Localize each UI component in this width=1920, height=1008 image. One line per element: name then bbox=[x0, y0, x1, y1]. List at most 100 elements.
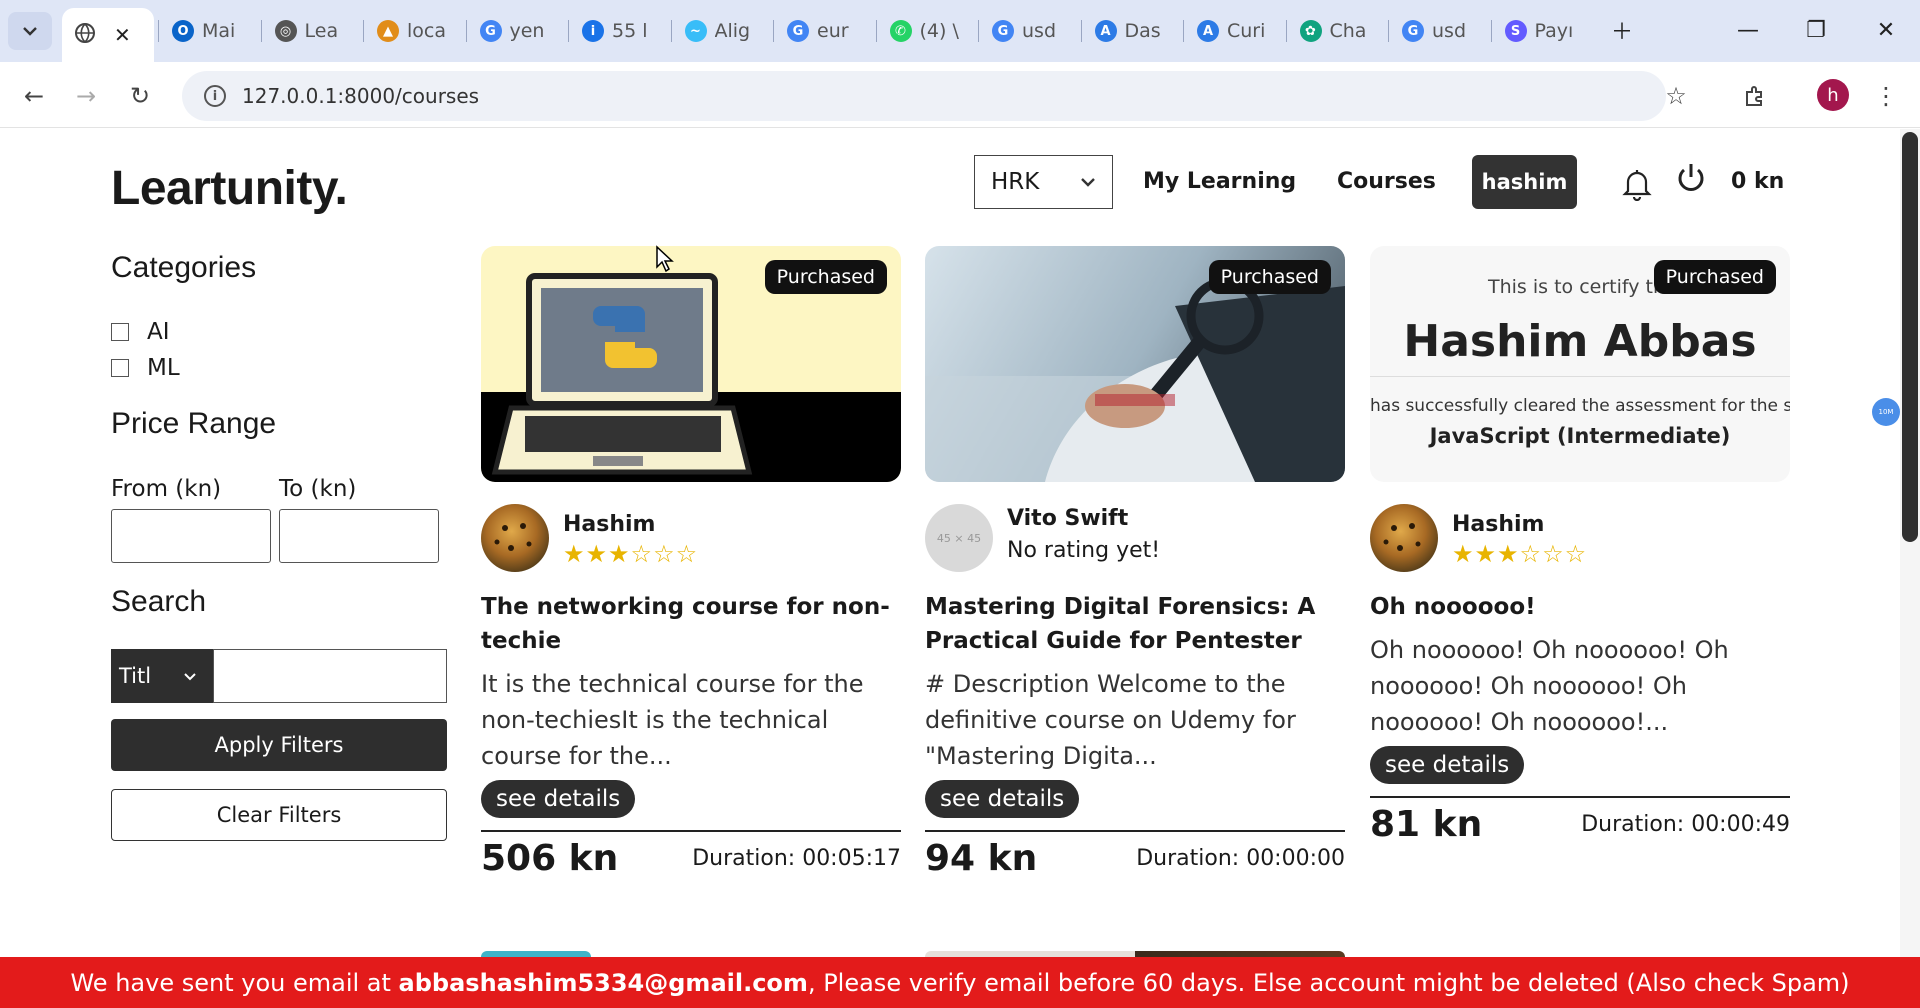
tab-label: (4) \ bbox=[919, 20, 959, 42]
globe-icon: ◎ bbox=[274, 20, 297, 42]
profile-avatar[interactable]: h bbox=[1817, 79, 1849, 111]
google-icon: G bbox=[1402, 20, 1424, 42]
clear-filters-button[interactable]: Clear Filters bbox=[111, 789, 447, 841]
close-window-button[interactable]: ✕ bbox=[1864, 10, 1908, 50]
banner-text-before: We have sent you email at bbox=[70, 968, 399, 997]
price-to-input[interactable] bbox=[279, 509, 439, 563]
tab-separator bbox=[568, 20, 569, 42]
see-details-button[interactable]: see details bbox=[925, 780, 1080, 818]
author-name[interactable]: Hashim bbox=[563, 512, 655, 537]
browser-tab[interactable]: Gusd bbox=[1390, 10, 1487, 52]
browser-tab[interactable]: ✆ (4) \ bbox=[878, 10, 975, 52]
browser-tab[interactable]: Gyen bbox=[468, 10, 565, 52]
site-logo[interactable]: Leartunity. bbox=[111, 161, 348, 216]
chevron-down-icon bbox=[1081, 178, 1095, 187]
categories-heading: Categories bbox=[111, 251, 257, 284]
minimize-button[interactable]: — bbox=[1726, 10, 1770, 50]
author-name[interactable]: Hashim bbox=[1452, 512, 1544, 537]
search-field-select[interactable]: Titl bbox=[111, 649, 213, 703]
new-tab-button[interactable]: ＋ bbox=[1600, 10, 1644, 50]
google-icon: G bbox=[479, 20, 502, 42]
tab-active[interactable]: ✕ bbox=[62, 8, 154, 62]
course-thumbnail[interactable]: Purchased bbox=[481, 246, 901, 482]
course-title[interactable]: Oh noooooo! bbox=[1370, 590, 1790, 624]
author-avatar-placeholder[interactable]: 45 × 45 bbox=[925, 504, 993, 572]
close-tab-icon[interactable]: ✕ bbox=[114, 23, 131, 47]
course-title[interactable]: The networking course for non-techie bbox=[481, 590, 901, 658]
author-row: Hashim ★★★☆☆☆ bbox=[481, 504, 901, 584]
scrollbar-thumb[interactable] bbox=[1902, 132, 1918, 542]
extensions-icon[interactable] bbox=[1734, 76, 1774, 116]
browser-tab[interactable]: Gusd bbox=[980, 10, 1077, 52]
tab-label: Alig bbox=[714, 20, 751, 42]
user-menu-button[interactable]: hashim bbox=[1472, 155, 1577, 209]
tab-separator bbox=[465, 20, 467, 42]
course-card[interactable]: Purchased Hashim ★★★☆☆☆ The networking c… bbox=[481, 246, 901, 879]
price-from-input[interactable] bbox=[111, 509, 271, 563]
browser-tab[interactable]: Geur bbox=[775, 10, 872, 52]
tab-label: eur bbox=[817, 20, 849, 42]
browser-tab[interactable]: S Payı bbox=[1493, 10, 1590, 52]
cert-name: Hashim Abbas bbox=[1403, 316, 1757, 367]
browser-tab[interactable]: A Curi bbox=[1185, 10, 1282, 52]
course-thumbnail[interactable]: Purchased bbox=[925, 246, 1345, 482]
purchased-badge: Purchased bbox=[1653, 260, 1776, 294]
course-card[interactable]: Purchased 45 × 45 Vito Swift No rating y… bbox=[925, 246, 1345, 879]
browser-tab[interactable]: ▲ loca bbox=[365, 10, 462, 52]
browser-tab[interactable]: ✿ Cha bbox=[1288, 10, 1385, 52]
author-name[interactable]: Vito Swift bbox=[1007, 506, 1128, 531]
tab-separator bbox=[363, 20, 364, 42]
apply-filters-button[interactable]: Apply Filters bbox=[111, 719, 447, 771]
browser-tab[interactable]: ◎ Lea bbox=[263, 10, 360, 52]
currency-select[interactable]: HRK bbox=[974, 155, 1113, 209]
tab-search-button[interactable] bbox=[8, 12, 52, 50]
cert-line1: This is to certify th bbox=[1488, 276, 1666, 298]
browser-tabstrip: ✕ O Mai ◎ Lea ▲ loca Gyen i 55 l ~ Alig Geur ✆ (4) \ G… bbox=[0, 0, 1920, 62]
back-button[interactable]: ← bbox=[14, 76, 54, 116]
email-verification-banner: We have sent you email at abbashashim533… bbox=[0, 957, 1920, 1008]
browser-tab[interactable]: i 55 l bbox=[570, 10, 667, 52]
banner-email: abbashashim5334@gmail.com bbox=[398, 968, 808, 997]
chatgpt-icon: ✿ bbox=[1299, 20, 1322, 42]
whatsapp-icon: ✆ bbox=[889, 20, 912, 42]
bookmark-star-icon[interactable]: ☆ bbox=[1656, 76, 1696, 116]
floating-badge[interactable]: 10M bbox=[1872, 398, 1900, 426]
site-info-icon[interactable]: i bbox=[204, 85, 226, 107]
search-input[interactable] bbox=[213, 649, 447, 703]
course-card[interactable]: This is to certify th Hashim Abbas has s… bbox=[1370, 246, 1790, 845]
see-details-button[interactable]: see details bbox=[1370, 746, 1525, 784]
forward-button[interactable]: → bbox=[66, 76, 106, 116]
tab-separator bbox=[260, 20, 262, 42]
category-ml[interactable]: ML bbox=[111, 355, 180, 381]
checkbox[interactable] bbox=[111, 359, 129, 377]
no-rating-text: No rating yet! bbox=[1007, 538, 1161, 563]
chevron-down-icon bbox=[23, 27, 37, 36]
restore-button[interactable]: ❐ bbox=[1794, 10, 1838, 50]
bell-icon[interactable] bbox=[1622, 167, 1652, 205]
author-avatar[interactable] bbox=[481, 504, 549, 572]
tailwind-icon: ~ bbox=[684, 20, 707, 42]
see-details-button[interactable]: see details bbox=[481, 780, 636, 818]
star-filled-icon: ★★★ bbox=[1452, 540, 1520, 568]
nav-courses[interactable]: Courses bbox=[1337, 169, 1436, 194]
course-description: It is the technical course for the non-t… bbox=[481, 670, 864, 770]
course-thumbnail[interactable]: This is to certify th Hashim Abbas has s… bbox=[1370, 246, 1790, 482]
chevron-down-icon bbox=[184, 672, 196, 680]
browser-tab[interactable]: A Das bbox=[1083, 10, 1180, 52]
page-content: Leartunity. HRK My Learning Courses hash… bbox=[0, 129, 1920, 1008]
cert-divider bbox=[1370, 376, 1790, 377]
outlook-icon: O bbox=[172, 20, 194, 42]
wallet-balance: 0 kn bbox=[1731, 169, 1785, 194]
address-bar[interactable]: i 127.0.0.1:8000/courses bbox=[182, 71, 1666, 121]
nav-my-learning[interactable]: My Learning bbox=[1143, 169, 1296, 194]
tab-label: Mai bbox=[202, 20, 236, 42]
browser-menu-icon[interactable]: ⋮ bbox=[1866, 76, 1906, 116]
checkbox[interactable] bbox=[111, 323, 129, 341]
power-icon[interactable] bbox=[1675, 161, 1707, 199]
category-ai[interactable]: AI bbox=[111, 319, 170, 345]
browser-tab[interactable]: O Mai bbox=[160, 10, 257, 52]
author-avatar[interactable] bbox=[1370, 504, 1438, 572]
browser-tab[interactable]: ~ Alig bbox=[673, 10, 770, 52]
course-title[interactable]: Mastering Digital Forensics: A Practical… bbox=[925, 590, 1345, 658]
reload-button[interactable]: ↻ bbox=[120, 76, 160, 116]
